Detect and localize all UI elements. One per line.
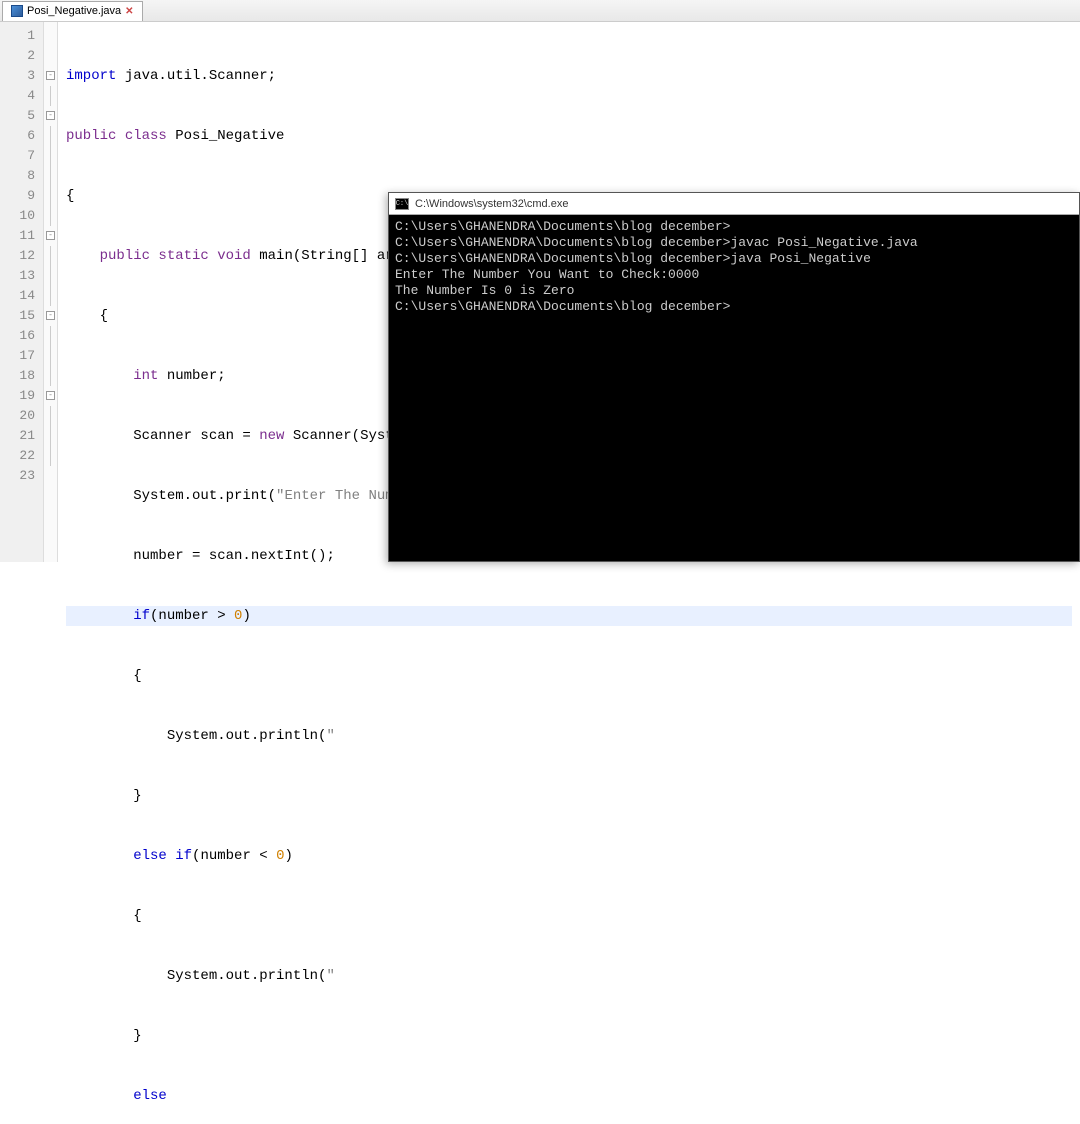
fold-marker bbox=[44, 26, 57, 46]
code-line: public class Posi_Negative bbox=[66, 126, 1072, 146]
fold-marker bbox=[44, 266, 57, 286]
code-line: } bbox=[66, 1026, 1072, 1046]
fold-marker[interactable]: - bbox=[44, 66, 57, 86]
cmd-line: C:\Users\GHANENDRA\Documents\blog decemb… bbox=[395, 235, 1073, 251]
fold-marker[interactable]: - bbox=[44, 306, 57, 326]
cmd-line: The Number Is 0 is Zero bbox=[395, 283, 1073, 299]
code-line: else if(number < 0) bbox=[66, 846, 1072, 866]
cmd-line: C:\Users\GHANENDRA\Documents\blog decemb… bbox=[395, 251, 1073, 267]
line-number: 12 bbox=[0, 246, 35, 266]
line-number: 18 bbox=[0, 366, 35, 386]
fold-marker bbox=[44, 406, 57, 426]
fold-marker bbox=[44, 346, 57, 366]
fold-marker bbox=[44, 46, 57, 66]
fold-column: - - - - - bbox=[44, 22, 58, 562]
code-line: System.out.println(" bbox=[66, 966, 1072, 986]
line-number: 9 bbox=[0, 186, 35, 206]
fold-marker bbox=[44, 366, 57, 386]
fold-marker bbox=[44, 186, 57, 206]
fold-marker[interactable]: - bbox=[44, 386, 57, 406]
line-number: 13 bbox=[0, 266, 35, 286]
line-number: 23 bbox=[0, 466, 35, 486]
cmd-line: Enter The Number You Want to Check:0000 bbox=[395, 267, 1073, 283]
fold-marker bbox=[44, 326, 57, 346]
line-number: 16 bbox=[0, 326, 35, 346]
line-number: 4 bbox=[0, 86, 35, 106]
fold-marker bbox=[44, 146, 57, 166]
fold-marker bbox=[44, 166, 57, 186]
cmd-output[interactable]: C:\Users\GHANENDRA\Documents\blog decemb… bbox=[389, 215, 1079, 319]
line-number: 21 bbox=[0, 426, 35, 446]
code-line: } bbox=[66, 786, 1072, 806]
cmd-line: C:\Users\GHANENDRA\Documents\blog decemb… bbox=[395, 299, 1073, 315]
fold-marker bbox=[44, 206, 57, 226]
line-number: 11 bbox=[0, 226, 35, 246]
fold-marker bbox=[44, 126, 57, 146]
cmd-title-text: C:\Windows\system32\cmd.exe bbox=[415, 198, 568, 210]
fold-marker bbox=[44, 426, 57, 446]
line-number: 15 bbox=[0, 306, 35, 326]
line-number: 2 bbox=[0, 46, 35, 66]
fold-marker[interactable]: - bbox=[44, 226, 57, 246]
line-number: 17 bbox=[0, 346, 35, 366]
code-line: else bbox=[66, 1086, 1072, 1106]
code-line: { bbox=[66, 906, 1072, 926]
cmd-window[interactable]: C:\ C:\Windows\system32\cmd.exe C:\Users… bbox=[388, 192, 1080, 562]
line-number: 6 bbox=[0, 126, 35, 146]
fold-marker bbox=[44, 446, 57, 466]
line-number: 19 bbox=[0, 386, 35, 406]
cmd-icon: C:\ bbox=[395, 198, 409, 210]
file-tab[interactable]: Posi_Negative.java ✕ bbox=[2, 1, 143, 21]
line-number: 10 bbox=[0, 206, 35, 226]
line-number: 7 bbox=[0, 146, 35, 166]
line-number: 14 bbox=[0, 286, 35, 306]
code-line: System.out.println(" bbox=[66, 726, 1072, 746]
fold-marker bbox=[44, 86, 57, 106]
fold-marker bbox=[44, 466, 57, 486]
fold-marker bbox=[44, 286, 57, 306]
java-file-icon bbox=[11, 5, 23, 17]
fold-marker bbox=[44, 246, 57, 266]
fold-marker[interactable]: - bbox=[44, 106, 57, 126]
cmd-title-bar[interactable]: C:\ C:\Windows\system32\cmd.exe bbox=[389, 193, 1079, 215]
line-number: 20 bbox=[0, 406, 35, 426]
line-number: 5 bbox=[0, 106, 35, 126]
code-line: import java.util.Scanner; bbox=[66, 66, 1072, 86]
tab-bar: Posi_Negative.java ✕ bbox=[0, 0, 1080, 22]
close-icon[interactable]: ✕ bbox=[125, 6, 133, 17]
line-number: 22 bbox=[0, 446, 35, 466]
code-line-active: if(number > 0) bbox=[66, 606, 1072, 626]
cmd-line: C:\Users\GHANENDRA\Documents\blog decemb… bbox=[395, 219, 1073, 235]
code-line: { bbox=[66, 666, 1072, 686]
line-number-gutter: 1 2 3 4 5 6 7 8 9 10 11 12 13 14 15 16 1… bbox=[0, 22, 44, 562]
line-number: 3 bbox=[0, 66, 35, 86]
line-number: 1 bbox=[0, 26, 35, 46]
line-number: 8 bbox=[0, 166, 35, 186]
tab-filename: Posi_Negative.java bbox=[27, 5, 121, 17]
